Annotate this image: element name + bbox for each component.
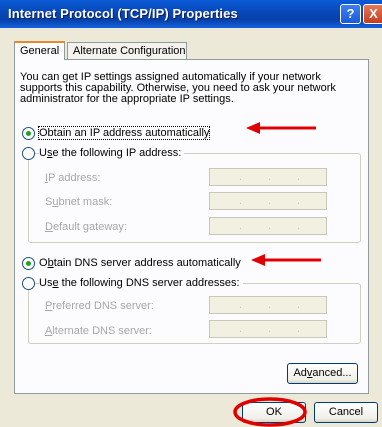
octet-dot: .	[268, 195, 272, 207]
default-gateway-label: Default gateway:	[45, 221, 127, 233]
ip-address-label: IP address:	[45, 172, 100, 184]
octet-dot: .	[268, 171, 272, 183]
use-ip-text-post: e the following IP address:	[52, 147, 182, 159]
octet-dot: .	[297, 299, 301, 311]
help-button[interactable]: ?	[340, 4, 361, 24]
alternate-label-post: lternate DNS server:	[52, 325, 152, 337]
subnet-mask-label: Subnet mask:	[45, 196, 112, 208]
close-button[interactable]: X	[363, 4, 382, 24]
subnet-label-post: bnet mask:	[58, 196, 113, 208]
ip-address-field[interactable]: ...	[209, 168, 327, 186]
advanced-button[interactable]: Advanced...	[287, 363, 358, 384]
tab-alternate-label: Alternate Configuration	[73, 45, 186, 57]
use-ip-text-pre: U	[39, 147, 47, 159]
obtain-ip-auto-text: Obtain an IP address automatically	[37, 126, 211, 140]
advanced-text-post: anced...	[312, 367, 352, 379]
alternate-dns-field[interactable]: ...	[209, 320, 327, 338]
subnet-mask-field[interactable]: ...	[209, 192, 327, 210]
dns-auto-text-post: tain DNS server address automatically	[53, 257, 241, 269]
octet-dot: .	[268, 299, 272, 311]
octet-dot: .	[297, 195, 301, 207]
tcpip-properties-dialog: Internet Protocol (TCP/IP) Properties ? …	[0, 0, 382, 427]
octet-dot: .	[297, 220, 301, 232]
use-following-ip-label[interactable]: Use the following IP address:	[39, 147, 185, 159]
title-bar[interactable]: Internet Protocol (TCP/IP) Properties ? …	[0, 0, 382, 28]
use-dns-text-post: the following DNS server addresses:	[58, 277, 240, 289]
preferred-dns-field[interactable]: ...	[209, 296, 327, 314]
ip-address-label-post: P address:	[48, 172, 101, 184]
obtain-dns-auto-radio[interactable]	[22, 257, 35, 270]
tab-general-label: General	[20, 45, 60, 57]
alternate-dns-label: Alternate DNS server:	[45, 325, 152, 337]
cancel-button[interactable]: Cancel	[314, 402, 378, 423]
octet-dot: .	[239, 220, 243, 232]
help-icon: ?	[346, 6, 355, 21]
preferred-dns-label: Preferred DNS server:	[45, 300, 154, 312]
octet-dot: .	[239, 323, 243, 335]
octet-dot: .	[239, 171, 243, 183]
octet-dot: .	[297, 323, 301, 335]
octet-dot: .	[297, 171, 301, 183]
default-gateway-field[interactable]: ...	[209, 217, 327, 235]
obtain-ip-auto-label[interactable]: Obtain an IP address automatically	[37, 126, 211, 140]
tab-general[interactable]: General	[14, 41, 65, 60]
annotation-arrow-ip-icon	[246, 122, 316, 134]
annotation-circle-ok-icon	[233, 397, 307, 427]
cancel-text: Cancel	[328, 406, 364, 418]
preferred-label-post: referred DNS server:	[52, 300, 154, 312]
octet-dot: .	[239, 195, 243, 207]
obtain-dns-auto-label[interactable]: Obtain DNS server address automatically	[39, 257, 241, 269]
tab-alternate-configuration[interactable]: Alternate Configuration	[67, 42, 187, 60]
window-title: Internet Protocol (TCP/IP) Properties	[8, 6, 238, 21]
close-icon: X	[369, 6, 378, 21]
use-dns-text-pre: Us	[39, 277, 53, 289]
advanced-text-pre: Ad	[293, 367, 307, 379]
gateway-label-post: efault gateway:	[52, 221, 127, 233]
description-text: You can get IP settings assigned automat…	[20, 71, 336, 105]
annotation-arrow-dns-icon	[251, 254, 321, 266]
octet-dot: .	[239, 299, 243, 311]
use-following-dns-radio[interactable]	[22, 277, 35, 290]
octet-dot: .	[268, 323, 272, 335]
use-following-dns-label[interactable]: Use the following DNS server addresses:	[39, 277, 243, 289]
dns-auto-text-pre: O	[39, 257, 48, 269]
octet-dot: .	[268, 220, 272, 232]
obtain-ip-auto-radio[interactable]	[22, 127, 35, 140]
use-following-ip-radio[interactable]	[22, 147, 35, 160]
gateway-label-key: D	[45, 221, 53, 233]
